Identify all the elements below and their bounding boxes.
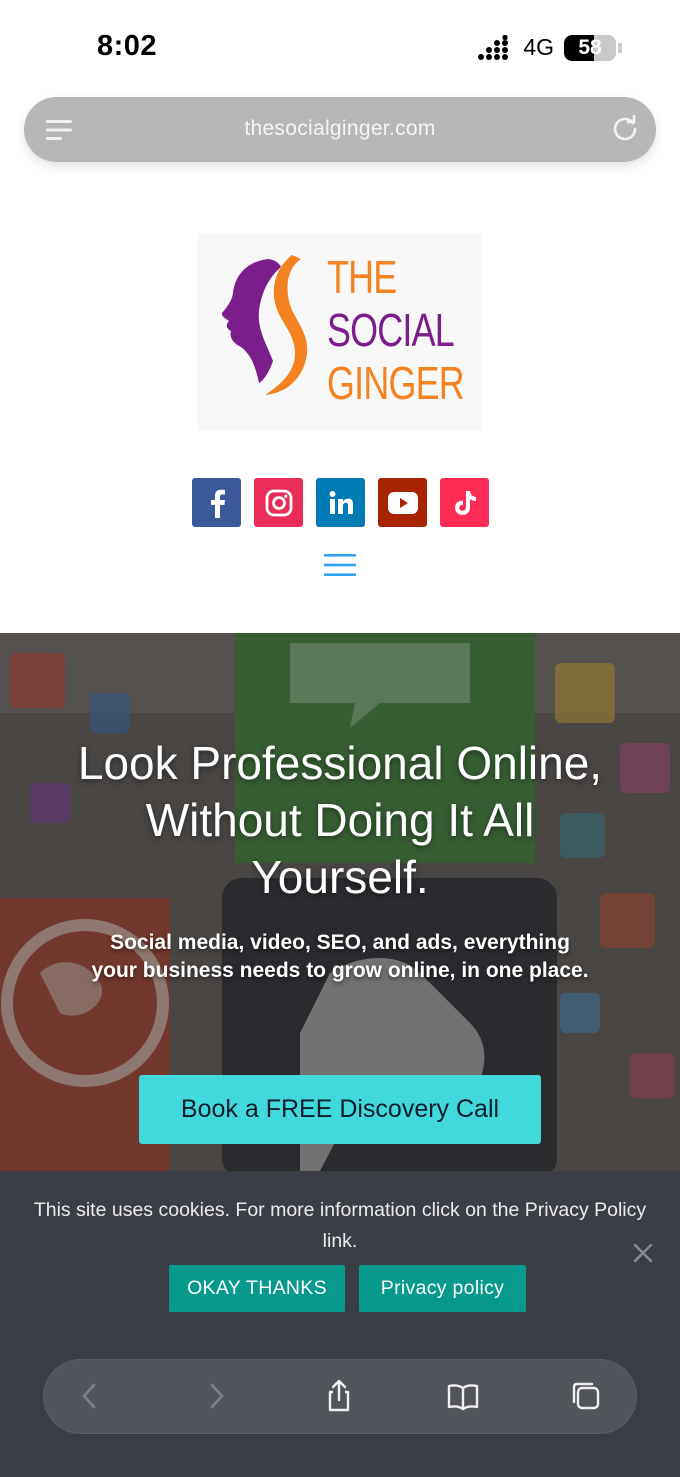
cookie-banner: This site uses cookies. For more informa… bbox=[0, 1171, 680, 1477]
bookmarks-icon[interactable] bbox=[446, 1379, 480, 1413]
cookie-message: This site uses cookies. For more informa… bbox=[33, 1199, 647, 1252]
privacy-policy-button[interactable]: Privacy policy bbox=[359, 1265, 526, 1312]
status-indicators: 4G 58 bbox=[477, 34, 622, 61]
hero-section: Look Professional Online, Without Doing … bbox=[0, 633, 680, 1171]
url-bar[interactable]: thesocialginger.com bbox=[24, 97, 656, 162]
tiktok-link[interactable] bbox=[440, 478, 489, 527]
battery-indicator: 58 bbox=[564, 34, 616, 61]
logo-line-2: SOCIAL bbox=[327, 304, 455, 356]
status-time: 8:02 bbox=[97, 30, 158, 62]
reload-icon[interactable] bbox=[610, 113, 640, 143]
logo-line-3: GINGER bbox=[327, 357, 465, 409]
okay-thanks-button[interactable]: OKAY THANKS bbox=[169, 1265, 345, 1312]
linkedin-icon bbox=[329, 490, 353, 514]
youtube-link[interactable] bbox=[378, 478, 427, 527]
instagram-link[interactable] bbox=[254, 478, 303, 527]
youtube-icon bbox=[387, 491, 418, 514]
network-type: 4G bbox=[523, 34, 554, 60]
url-text[interactable]: thesocialginger.com bbox=[24, 117, 656, 141]
status-bar: 8:02 4G 58 bbox=[0, 0, 680, 96]
close-icon[interactable] bbox=[632, 1242, 654, 1264]
logo-line-1: THE bbox=[327, 251, 397, 303]
linkedin-link[interactable] bbox=[316, 478, 365, 527]
hero-title: Look Professional Online, Without Doing … bbox=[77, 737, 603, 903]
tiktok-icon bbox=[454, 490, 476, 515]
book-discovery-call-button[interactable]: Book a FREE Discovery Call bbox=[139, 1075, 541, 1144]
tabs-icon[interactable] bbox=[569, 1379, 603, 1413]
logo-face-icon bbox=[221, 255, 308, 395]
battery-percent: 58 bbox=[578, 35, 602, 59]
browser-toolbar bbox=[43, 1359, 637, 1434]
share-icon[interactable] bbox=[322, 1379, 356, 1413]
signal-icon bbox=[478, 34, 509, 60]
hamburger-menu-icon[interactable] bbox=[324, 553, 356, 577]
hero-subtitle: Social media, video, SEO, and ads, every… bbox=[91, 931, 589, 982]
forward-icon[interactable] bbox=[199, 1379, 233, 1413]
instagram-icon bbox=[265, 489, 292, 516]
facebook-link[interactable] bbox=[192, 478, 241, 527]
social-links bbox=[192, 478, 489, 527]
facebook-icon bbox=[210, 489, 225, 518]
back-icon[interactable] bbox=[73, 1379, 107, 1413]
logo-wordmark: THE SOCIAL GINGER bbox=[327, 251, 465, 410]
site-logo[interactable]: THE SOCIAL GINGER bbox=[197, 233, 482, 431]
battery-cap bbox=[618, 42, 622, 53]
